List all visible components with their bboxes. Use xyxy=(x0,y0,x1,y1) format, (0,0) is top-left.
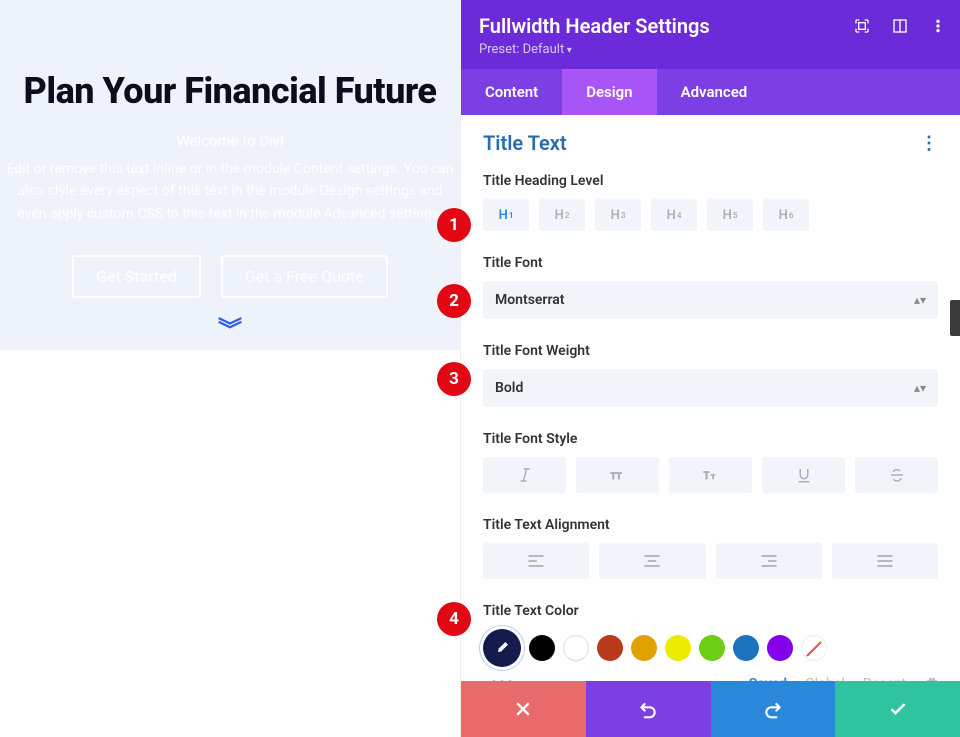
expand-icon[interactable] xyxy=(854,18,870,34)
heading-h4[interactable]: H4 xyxy=(651,199,697,231)
confirm-button[interactable] xyxy=(835,681,960,737)
cancel-button[interactable] xyxy=(461,681,586,737)
heading-level-label: Title Heading Level xyxy=(483,173,938,189)
tab-content[interactable]: Content xyxy=(461,69,562,115)
preset-dropdown[interactable]: Preset: Default xyxy=(479,42,942,57)
section-options-icon[interactable]: ⋮ xyxy=(920,133,938,154)
color-swatch-brown[interactable] xyxy=(597,635,623,661)
color-swatch-green[interactable] xyxy=(699,635,725,661)
font-style-field: Title Font Style TT TT xyxy=(483,431,938,493)
font-style-label: Title Font Style xyxy=(483,431,938,447)
svg-text:TT: TT xyxy=(610,472,622,482)
weight-label: Title Font Weight xyxy=(483,343,938,359)
section-title[interactable]: Title Text xyxy=(483,131,567,155)
heading-h3[interactable]: H3 xyxy=(595,199,641,231)
panel-header: Fullwidth Header Settings Preset: Defaul… xyxy=(461,0,960,69)
more-colors-icon[interactable]: ••• xyxy=(491,673,515,681)
palette-tab-global[interactable]: Global xyxy=(805,676,845,682)
panel-body: Title Text ⋮ Title Heading Level H1 H2 H… xyxy=(461,115,960,681)
color-picker-swatch[interactable] xyxy=(483,629,521,667)
annotation-marker-4: 4 xyxy=(437,602,471,636)
color-swatch-yellow[interactable] xyxy=(665,635,691,661)
svg-text:T: T xyxy=(711,473,716,481)
underline-button[interactable] xyxy=(762,457,845,493)
svg-text:T: T xyxy=(703,471,709,482)
gear-icon[interactable] xyxy=(924,677,938,682)
preview-title: Plan Your Financial Future xyxy=(0,70,460,112)
preview-subtitle: Welcome to Divi xyxy=(0,132,460,150)
italic-button[interactable] xyxy=(483,457,566,493)
heading-h6[interactable]: H6 xyxy=(763,199,809,231)
smallcaps-button[interactable]: TT xyxy=(669,457,752,493)
color-swatch-none[interactable] xyxy=(801,635,827,661)
heading-h1[interactable]: H1 xyxy=(483,199,529,231)
font-label: Title Font xyxy=(483,255,938,271)
panel-footer xyxy=(461,681,960,737)
align-left-button[interactable] xyxy=(483,543,589,579)
annotation-marker-2: 2 xyxy=(437,284,471,318)
undo-button[interactable] xyxy=(586,681,711,737)
settings-panel: Fullwidth Header Settings Preset: Defaul… xyxy=(460,0,960,737)
color-swatch-purple[interactable] xyxy=(767,635,793,661)
annotation-marker-1: 1 xyxy=(437,208,471,242)
color-swatch-amber[interactable] xyxy=(631,635,657,661)
tab-advanced[interactable]: Advanced xyxy=(657,69,772,115)
text-color-label: Title Text Color xyxy=(483,603,938,619)
color-swatch-black[interactable] xyxy=(529,635,555,661)
palette-tab-saved[interactable]: Saved xyxy=(749,676,787,682)
alignment-label: Title Text Alignment xyxy=(483,517,938,533)
color-swatch-blue[interactable] xyxy=(733,635,759,661)
align-center-button[interactable] xyxy=(599,543,705,579)
scroll-down-icon[interactable]: ︾ xyxy=(0,322,460,339)
font-field: Title Font Montserrat ▴▾ xyxy=(483,255,938,319)
snap-icon[interactable] xyxy=(892,18,908,34)
page-preview: Plan Your Financial Future Welcome to Di… xyxy=(0,0,460,350)
color-swatch-white[interactable] xyxy=(563,635,589,661)
heading-h2[interactable]: H2 xyxy=(539,199,585,231)
kebab-menu-icon[interactable] xyxy=(930,18,946,34)
get-free-quote-button[interactable]: Get a Free Quote xyxy=(221,255,388,298)
tab-design[interactable]: Design xyxy=(562,69,656,115)
scrollbar-thumb[interactable] xyxy=(950,300,960,336)
text-color-field: Title Text Color ••• Saved Globa xyxy=(483,603,938,681)
alignment-field: Title Text Alignment xyxy=(483,517,938,579)
align-right-button[interactable] xyxy=(716,543,822,579)
annotation-marker-3: 3 xyxy=(437,362,471,396)
preview-description: Edit or remove this text inline or in th… xyxy=(0,158,460,225)
palette-tab-recent[interactable]: Recent xyxy=(863,676,906,682)
weight-select[interactable]: Bold xyxy=(483,369,938,407)
uppercase-button[interactable]: TT xyxy=(576,457,659,493)
heading-h5[interactable]: H5 xyxy=(707,199,753,231)
redo-button[interactable] xyxy=(711,681,836,737)
weight-field: Title Font Weight Bold ▴▾ xyxy=(483,343,938,407)
strikethrough-button[interactable] xyxy=(855,457,938,493)
get-started-button[interactable]: Get Started xyxy=(72,255,201,298)
font-select[interactable]: Montserrat xyxy=(483,281,938,319)
heading-level-field: Title Heading Level H1 H2 H3 H4 H5 H6 xyxy=(483,173,938,231)
panel-tabs: Content Design Advanced xyxy=(461,69,960,115)
align-justify-button[interactable] xyxy=(832,543,938,579)
